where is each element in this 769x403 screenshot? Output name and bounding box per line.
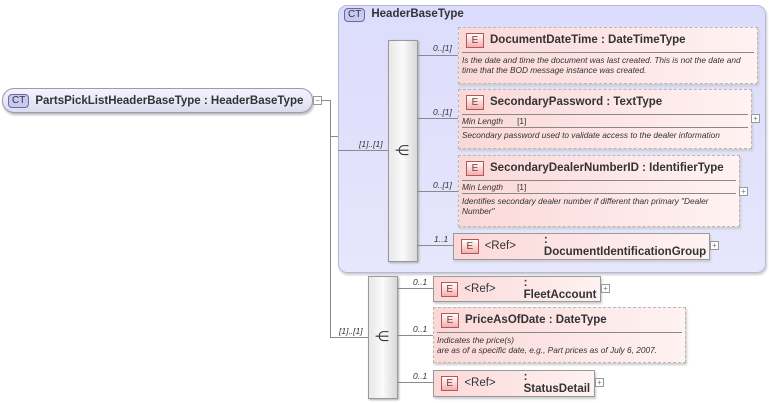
element-documentation: Secondary password used to validate acce… (462, 130, 720, 140)
occurrence-label: 1..1 (434, 234, 449, 244)
complex-type-badge: CT (8, 93, 30, 108)
occurrence-label: 0..1 (413, 277, 428, 287)
ref-fleet-account[interactable]: E <Ref> : FleetAccount (433, 276, 601, 302)
expand-icon[interactable]: + (710, 241, 719, 250)
ref-document-identification-group[interactable]: E <Ref> : DocumentIdentificationGroup (453, 233, 710, 260)
element-name: SecondaryPassword (490, 96, 604, 108)
occurrence-label: 0..[1] (433, 107, 452, 117)
element-type: : TextType (606, 96, 663, 108)
expand-icon[interactable]: + (751, 114, 760, 123)
expand-icon[interactable]: + (595, 378, 604, 387)
element-document-date-time[interactable]: E DocumentDateTime : DateTimeType Is the … (458, 27, 758, 84)
element-badge: E (441, 312, 459, 328)
ref-label: <Ref> (464, 283, 496, 295)
element-type: : StatusDetail (523, 371, 591, 395)
element-type: : DateType (548, 314, 607, 326)
ref-label: <Ref> (464, 377, 496, 389)
occurrence-label: 0..[1] (433, 180, 452, 190)
facet-label: Min Length (462, 182, 504, 192)
element-badge: E (461, 238, 479, 254)
facet-label: Min Length (462, 116, 504, 126)
element-type: : DateTimeType (601, 34, 686, 46)
occurrence-label: 0..1 (413, 324, 428, 334)
occurrence-label: [1]..[1] (359, 139, 383, 149)
expand-icon[interactable]: + (601, 284, 610, 293)
facet-value: [1] (517, 182, 527, 192)
element-name: SecondaryDealerNumberID (490, 162, 639, 174)
facet-value: [1] (517, 116, 527, 126)
element-name: DocumentDateTime (490, 34, 598, 46)
ref-label: <Ref> (484, 240, 516, 252)
sequence-compositor[interactable]: ⋲ (368, 276, 398, 399)
element-documentation: Identifies secondary dealer number if di… (462, 196, 709, 216)
element-documentation: Is the date and time the document was la… (462, 55, 741, 75)
group-title: CT HeaderBaseType (344, 8, 464, 22)
collapse-icon[interactable]: − (313, 96, 322, 105)
element-badge: E (466, 32, 484, 48)
ref-status-detail[interactable]: E <Ref> : StatusDetail (433, 370, 595, 397)
element-badge: E (466, 94, 484, 110)
group-name: HeaderBaseType (371, 8, 464, 20)
element-secondary-password[interactable]: E SecondaryPassword : TextType Min Length… (458, 89, 752, 149)
occurrence-label: [1]..[1] (339, 326, 363, 336)
element-name: PriceAsOfDate (465, 314, 546, 326)
occurrence-label: 0..1 (413, 371, 428, 381)
element-type: : DocumentIdentificationGroup (543, 234, 707, 258)
element-badge: E (466, 160, 484, 176)
element-type: : FleetAccount (523, 277, 597, 301)
root-complex-type[interactable]: CT PartsPickListHeaderBaseType : HeaderB… (2, 88, 313, 113)
sequence-compositor[interactable]: ⋲ (388, 40, 418, 262)
sequence-icon: ⋲ (395, 142, 409, 158)
element-secondary-dealer-number-id[interactable]: E SecondaryDealerNumberID : IdentifierTyp… (458, 155, 740, 227)
occurrence-label: 0..[1] (433, 43, 452, 53)
sequence-icon: ⋲ (375, 328, 389, 344)
element-price-as-of-date[interactable]: E PriceAsOfDate : DateType Indicates the … (433, 307, 686, 363)
element-type: : IdentifierType (642, 162, 724, 174)
element-documentation: Indicates the price(s) are as of a speci… (437, 335, 657, 355)
element-badge: E (441, 281, 459, 297)
complex-type-badge: CT (344, 8, 366, 22)
element-badge: E (441, 375, 459, 391)
expand-icon[interactable]: + (739, 187, 748, 196)
root-type-name: PartsPickListHeaderBaseType : HeaderBase… (35, 94, 304, 107)
